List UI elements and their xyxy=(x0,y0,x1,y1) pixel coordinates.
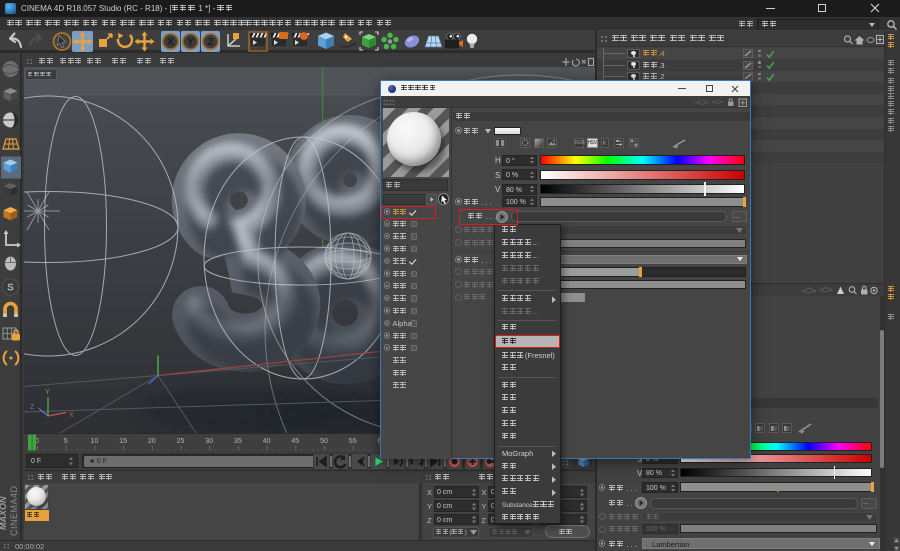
svg-text:15: 15 xyxy=(119,438,127,445)
svg-text:25: 25 xyxy=(177,438,185,445)
svg-text:45: 45 xyxy=(291,438,299,445)
svg-text:Y: Y xyxy=(187,37,194,48)
svg-text:10: 10 xyxy=(91,438,99,445)
svg-text:X: X xyxy=(69,412,74,419)
svg-text:Y: Y xyxy=(45,389,50,396)
svg-text:Z: Z xyxy=(30,404,35,411)
svg-text:Z: Z xyxy=(207,37,213,48)
svg-text:30: 30 xyxy=(205,438,213,445)
svg-text:5: 5 xyxy=(64,438,68,445)
svg-text:40: 40 xyxy=(263,438,271,445)
svg-text:20: 20 xyxy=(148,438,156,445)
svg-text:S: S xyxy=(7,283,14,294)
svg-text:35: 35 xyxy=(234,438,242,445)
svg-text:50: 50 xyxy=(320,438,328,445)
svg-text:55: 55 xyxy=(349,438,357,445)
svg-text:X: X xyxy=(167,37,174,48)
